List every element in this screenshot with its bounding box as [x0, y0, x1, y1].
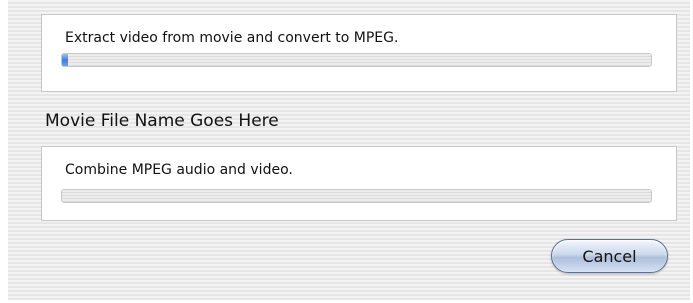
task-panel-extract: Extract video from movie and convert to … [41, 14, 677, 92]
progress-bar-extract [61, 53, 652, 67]
task-label-combine: Combine MPEG audio and video. [65, 162, 293, 178]
task-label-extract: Extract video from movie and convert to … [65, 30, 399, 46]
progress-fill-extract [62, 54, 68, 66]
progress-bar-combine [61, 189, 652, 203]
cancel-button[interactable]: Cancel [551, 239, 668, 273]
conversion-progress-window: Extract video from movie and convert to … [8, 0, 690, 300]
task-panel-combine: Combine MPEG audio and video. [41, 146, 677, 221]
movie-file-name: Movie File Name Goes Here [45, 111, 279, 131]
